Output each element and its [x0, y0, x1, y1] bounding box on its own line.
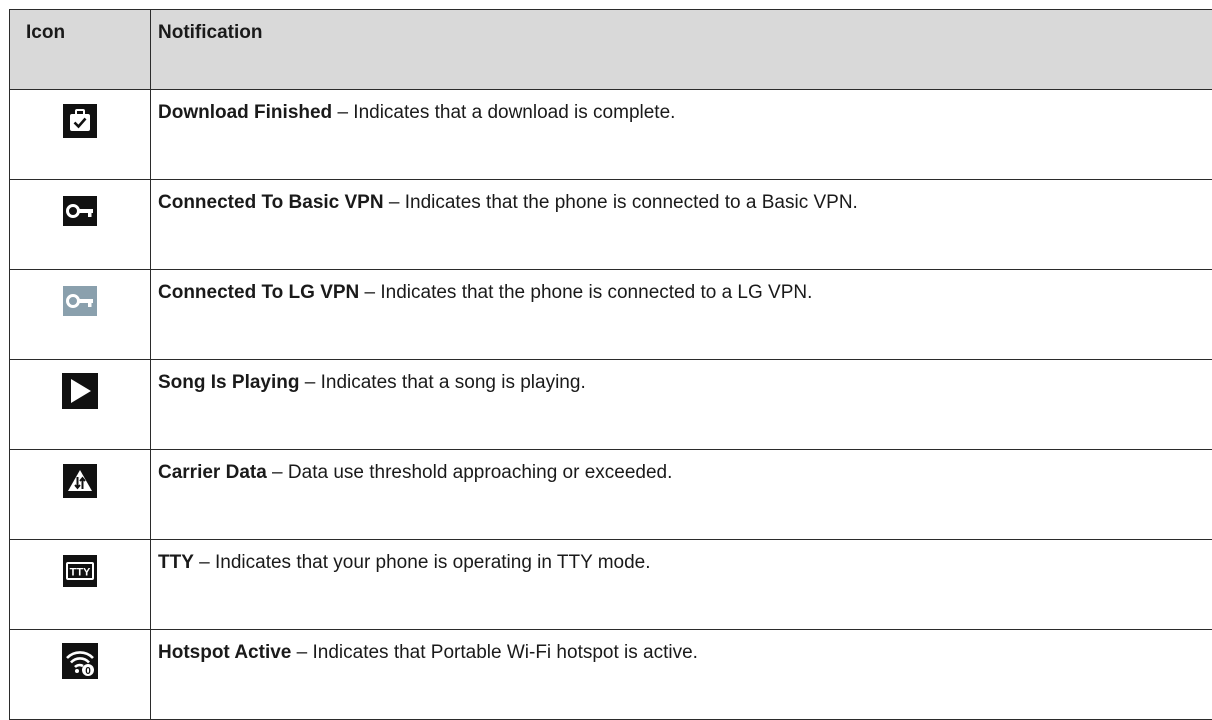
icon-cell [10, 180, 151, 270]
notification-separator: – [194, 552, 215, 573]
data-warning-icon [62, 463, 98, 499]
notification-title: Carrier Data [158, 462, 267, 483]
download-finished-icon [62, 103, 98, 139]
table-row: Carrier Data – Data use threshold approa… [10, 450, 1212, 540]
table-row: Song Is Playing – Indicates that a song … [10, 360, 1212, 450]
icon-cell: TTY [10, 540, 151, 630]
tty-icon-label: TTY [70, 567, 91, 579]
notification-cell: Download Finished – Indicates that a dow… [151, 90, 1212, 180]
notification-cell: Hotspot Active – Indicates that Portable… [151, 630, 1212, 720]
notification-separator: – [299, 372, 320, 393]
notification-separator: – [267, 462, 288, 483]
notification-cell: Connected To LG VPN – Indicates that the… [151, 270, 1212, 360]
header-icon-column: Icon [10, 10, 151, 90]
header-notification-column: Notification [151, 10, 1212, 90]
notification-icons-table: Icon Notification Download Finished – In… [9, 9, 1212, 720]
tty-icon: TTY [62, 553, 98, 589]
notification-separator: – [291, 642, 312, 663]
table-header: Icon Notification [10, 10, 1212, 90]
notification-separator: – [384, 192, 405, 213]
icon-cell [10, 270, 151, 360]
notification-cell: Carrier Data – Data use threshold approa… [151, 450, 1212, 540]
table-row: 0 Hotspot Active – Indicates that Portab… [10, 630, 1212, 720]
notification-description: Data use threshold approaching or exceed… [288, 462, 672, 483]
notification-cell: Connected To Basic VPN – Indicates that … [151, 180, 1212, 270]
notification-description: Indicates that a download is complete. [353, 102, 675, 123]
notification-description: Indicates that the phone is connected to… [380, 282, 812, 303]
play-icon [62, 373, 98, 409]
hotspot-icon: 0 [62, 643, 98, 679]
notification-title: Song Is Playing [158, 372, 299, 393]
vpn-key-icon [62, 193, 98, 229]
icon-cell [10, 360, 151, 450]
notification-separator: – [359, 282, 380, 303]
notification-description: Indicates that Portable Wi-Fi hotspot is… [313, 642, 698, 663]
notification-title: Hotspot Active [158, 642, 291, 663]
icon-cell [10, 450, 151, 540]
notification-description: Indicates that the phone is connected to… [405, 192, 858, 213]
table-row: Download Finished – Indicates that a dow… [10, 90, 1212, 180]
table-row: Connected To LG VPN – Indicates that the… [10, 270, 1212, 360]
vpn-key-lg-icon [62, 283, 98, 319]
notification-cell: Song Is Playing – Indicates that a song … [151, 360, 1212, 450]
notification-title: Download Finished [158, 102, 332, 123]
header-row: Icon Notification [10, 10, 1212, 90]
notification-title: Connected To Basic VPN [158, 192, 384, 213]
hotspot-icon-count: 0 [85, 666, 91, 677]
notification-description: Indicates that your phone is operating i… [215, 552, 651, 573]
notification-cell: TTY – Indicates that your phone is opera… [151, 540, 1212, 630]
notification-description: Indicates that a song is playing. [321, 372, 586, 393]
table-body: Download Finished – Indicates that a dow… [10, 90, 1212, 720]
icon-cell: 0 [10, 630, 151, 720]
notification-title: Connected To LG VPN [158, 282, 359, 303]
table-row: TTY TTY – Indicates that your phone is o… [10, 540, 1212, 630]
notification-title: TTY [158, 552, 194, 573]
notification-separator: – [332, 102, 353, 123]
table-row: Connected To Basic VPN – Indicates that … [10, 180, 1212, 270]
icon-cell [10, 90, 151, 180]
